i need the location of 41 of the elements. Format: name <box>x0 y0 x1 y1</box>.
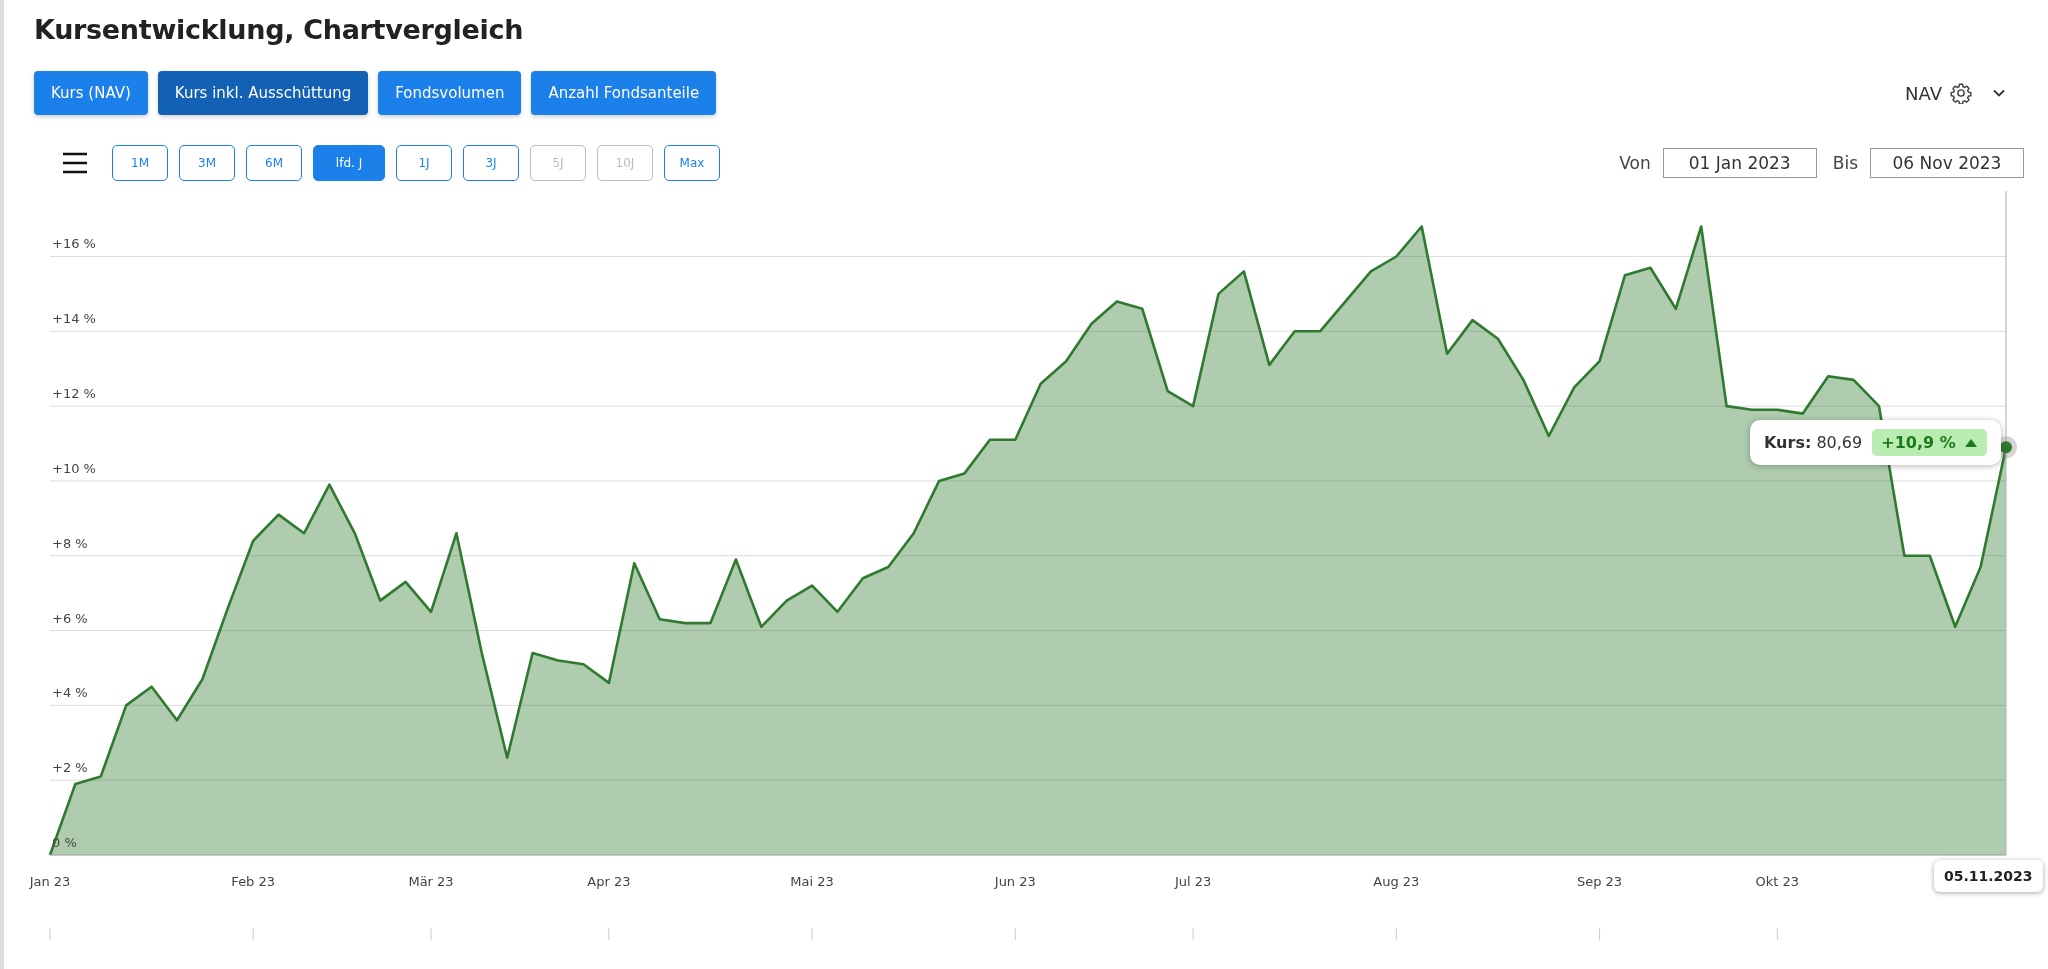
view-tab[interactable]: Kurs (NAV) <box>34 71 148 115</box>
range-button[interactable]: 3M <box>179 145 235 181</box>
to-date-field[interactable]: 06 Nov 2023 <box>1870 148 2024 178</box>
x-axis-label: Mai 23 <box>790 874 834 889</box>
range-button[interactable]: Max <box>664 145 720 181</box>
range-button[interactable]: 6M <box>246 145 302 181</box>
y-axis-label: +10 % <box>52 460 96 476</box>
view-tab[interactable]: Anzahl Fondsanteile <box>531 71 717 115</box>
y-axis-label: +6 % <box>52 610 88 626</box>
range-button[interactable]: 1J <box>396 145 452 181</box>
x-axis-label: Sep 23 <box>1576 874 1623 889</box>
tooltip-text: Kurs: 80,69 <box>1764 433 1863 452</box>
x-axis-label: Jun 23 <box>994 874 1036 889</box>
view-tab[interactable]: Fondsvolumen <box>378 71 522 115</box>
x-axis-label: Okt 23 <box>1755 874 1800 889</box>
change-badge: +10,9 % <box>1872 429 1987 456</box>
y-axis-label: +2 % <box>52 760 88 776</box>
x-axis-label: Jul 23 <box>1174 874 1212 889</box>
x-axis-label: Apr 23 <box>587 874 631 889</box>
view-tab[interactable]: Kurs inkl. Ausschüttung <box>157 71 369 115</box>
cursor-date-label: 05.11.2023 <box>1934 860 2043 892</box>
chevron-down-icon[interactable] <box>1992 88 2006 98</box>
from-label: Von <box>1619 153 1651 173</box>
menu-icon[interactable] <box>62 152 88 174</box>
x-axis-label: Aug 23 <box>1373 874 1420 889</box>
range-button[interactable]: 1M <box>112 145 168 181</box>
y-axis-label: +14 % <box>52 311 96 327</box>
x-axis-label: Feb 23 <box>231 874 276 889</box>
range-button[interactable]: lfd. J <box>313 145 385 181</box>
y-axis-label: +8 % <box>52 535 88 551</box>
x-axis-label: Jan 23 <box>29 874 71 889</box>
y-axis-label: +12 % <box>52 386 96 402</box>
price-type-label: NAV <box>1905 82 1942 104</box>
settings-icon[interactable] <box>1950 82 1972 104</box>
x-axis-label: Mär 23 <box>408 874 454 889</box>
y-axis-label: +16 % <box>52 236 96 252</box>
y-axis-label: +4 % <box>52 685 88 701</box>
page-title: Kursentwicklung, Chartvergleich <box>34 14 524 45</box>
to-label: Bis <box>1832 153 1858 173</box>
range-button[interactable]: 3J <box>463 145 519 181</box>
from-date-field[interactable]: 01 Jan 2023 <box>1662 148 1817 178</box>
